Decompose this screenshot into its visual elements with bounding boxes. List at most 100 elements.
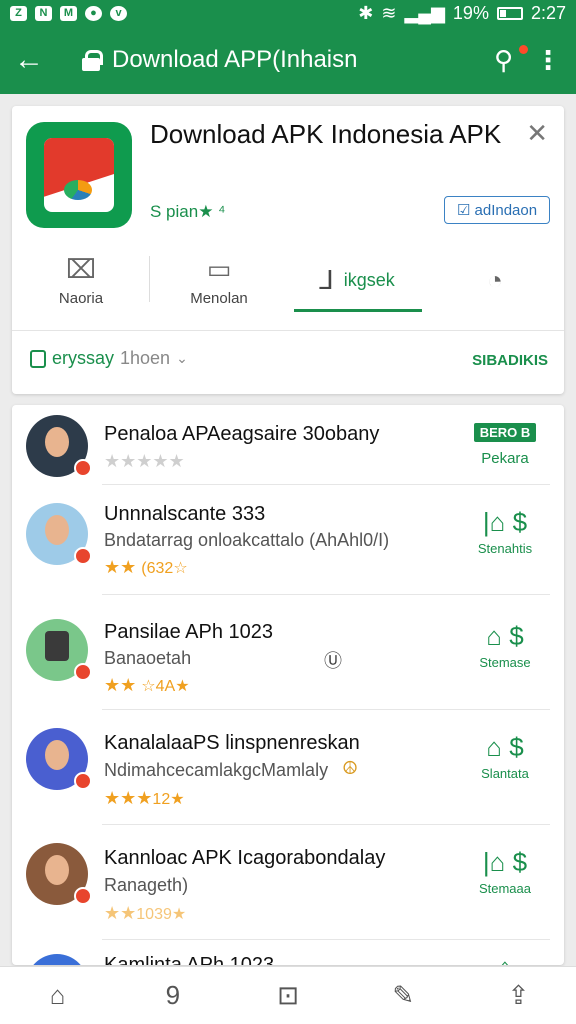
clock: 2:27 (530, 2, 566, 23)
item-title: Pansilae APh 1023 (104, 621, 274, 643)
notification-icon: N (35, 5, 52, 21)
sort-icon: ⅃ (319, 265, 334, 295)
list-item[interactable]: KanalalaaPS linspnenreskan Ndimahcecamla… (12, 710, 564, 825)
filter-label: eryssay (52, 348, 115, 368)
avatar (26, 619, 92, 681)
app-list: Penaloa APAeagsaire 30obany ★★★★★ BERO B… (12, 405, 564, 965)
status-left-icons: Z N M ● v (10, 5, 127, 21)
notification-icon: v (110, 5, 127, 21)
page-title: Download APP(Inhaisn (112, 46, 358, 73)
tab-ikgsek[interactable]: ⅃ ikgsek (288, 246, 426, 314)
list-item[interactable]: Penaloa APAeagsaire 30obany ★★★★★ BERO B… (12, 405, 564, 485)
filter-dropdown[interactable]: eryssay 1hoen ⌄ (30, 348, 188, 369)
box-icon[interactable]: ⊡ (230, 980, 345, 1011)
status-bar: Z N M ● v ✱ ≋ ▂▄▆ 19% 2:27 (0, 0, 576, 26)
bookmark-icon: ⌧ (66, 253, 96, 284)
peace-icon: ☮ (342, 758, 359, 778)
install-icon: |⌂ $ (482, 507, 528, 537)
sort-link[interactable]: SIBADIKIS (472, 352, 548, 369)
rating-stars: ★★ (632☆ (104, 557, 188, 577)
rating-stars: ★★★★★ (104, 451, 185, 471)
rating-value: (632☆ (141, 560, 188, 577)
app-icon (26, 122, 132, 228)
chat-icon[interactable]: ✎ (346, 980, 461, 1011)
item-action[interactable]: BERO B Pekara (460, 423, 550, 467)
rating-stars: ★★★12★ (104, 788, 185, 808)
face-icon: ◔ (487, 265, 503, 295)
rating-label: S pian (150, 202, 199, 221)
item-title: Kannloac APK Icagorabondalay (104, 847, 386, 869)
battery-icon (496, 6, 523, 20)
tab-label: ikgsek (343, 269, 395, 290)
more-vert-icon[interactable]: ⋮ (534, 45, 562, 76)
notification-icon: ● (85, 5, 102, 21)
action-label: Stemaaa (478, 881, 532, 896)
close-icon[interactable]: ✕ (526, 118, 548, 149)
action-label: Pekara (481, 450, 529, 467)
tab-label: Naoria (58, 289, 104, 307)
item-action[interactable]: ⌂ (460, 952, 550, 965)
item-title: Kamlinta APh 1023 (104, 954, 275, 965)
action-label: Stemase (479, 655, 531, 670)
tab-menolan[interactable]: ▭ Menolan (150, 246, 288, 314)
item-subtitle: NdimahcecamlakgcMamlaly (104, 760, 329, 780)
item-action[interactable]: |⌂ $ Stemaaa (460, 847, 550, 896)
install-icon: ⌂ $ (486, 621, 524, 651)
home-icon[interactable]: ⌂ (0, 980, 115, 1011)
rating-value: 1039★ (136, 906, 187, 923)
status-badge: BERO B (473, 423, 537, 442)
filter-sub: 1hoen (120, 348, 171, 368)
chevron-down-icon: ⌄ (176, 350, 188, 366)
notification-icon: M (60, 5, 77, 21)
notification-dot (519, 44, 528, 54)
install-icon: ⌂ $ (486, 732, 524, 762)
list-item[interactable]: Unnnalscante 333 Bndatarrag onloakcattal… (12, 485, 564, 595)
item-subtitle: Banaoetah (104, 648, 192, 668)
item-subtitle: Bndatarrag onloakcattalo (AhAhl0/I) (104, 530, 390, 550)
list-item[interactable]: Pansilae APh 1023 Banaoetah Ⓤ ★★ ☆4A★ ⌂ … (12, 595, 564, 710)
share-icon[interactable]: ⇪ (461, 980, 576, 1011)
list-item[interactable]: Kamlinta APh 1023 ⌂ (12, 940, 564, 965)
item-title: Unnnalscante 333 (104, 503, 266, 525)
bluetooth-icon: ✱ (358, 2, 374, 23)
tab-label: Menolan (190, 289, 248, 307)
app-name: Download APK Indonesia APK (150, 119, 502, 149)
tab-bar: ⌧ Naoria ▭ Menolan ⅃ ikgsek ◔ (12, 246, 564, 314)
item-action[interactable]: |⌂ $ Stenahtis (460, 507, 550, 556)
rating-stars: ★ ⁴ (198, 202, 226, 221)
arrow-left-icon[interactable]: ← (14, 43, 58, 77)
notification-icon: Z (10, 5, 27, 21)
item-subtitle: Ranageth) (104, 875, 189, 895)
folder-icon: ▭ (206, 253, 232, 284)
avatar (26, 415, 92, 477)
install-icon: |⌂ $ (482, 847, 528, 877)
lock-icon (82, 50, 103, 71)
signal-icon: ▂▄▆ (404, 2, 445, 23)
refresh-icon[interactable]: 9 (115, 980, 230, 1011)
divider (12, 330, 564, 331)
avatar (26, 843, 92, 905)
action-label: Slantata (481, 766, 529, 781)
search-icon[interactable]: ⚲ (494, 44, 534, 76)
tab-naoria[interactable]: ⌧ Naoria (12, 246, 150, 314)
install-icon: ⌂ (460, 952, 550, 965)
tab-face[interactable]: ◔ (426, 246, 564, 314)
avatar (26, 503, 92, 565)
rating-stars: ★★ ☆4A★ (104, 675, 190, 695)
rating-value: ☆4A★ (141, 678, 190, 695)
list-item[interactable]: Kannloac APK Icagorabondalay Ranageth) ★… (12, 825, 564, 940)
install-button[interactable]: ☑ adIndaon (444, 196, 550, 224)
app-rating: S pian★ ⁴ (150, 202, 225, 222)
bottom-nav: ⌂ 9 ⊡ ✎ ⇪ (0, 966, 576, 1024)
lock-icon (30, 349, 46, 368)
item-action[interactable]: ⌂ $ Slantata (460, 732, 550, 781)
item-title: Penaloa APAeagsaire 30obany (104, 423, 380, 445)
item-title: KanalalaaPS linspnenreskan (104, 732, 360, 754)
action-label: Stenahtis (477, 541, 533, 556)
wifi-icon: ≋ (381, 2, 397, 23)
item-action[interactable]: ⌂ $ Stemase (460, 621, 550, 670)
info-icon: Ⓤ (324, 651, 342, 671)
avatar (26, 954, 88, 965)
rating-stars: ★★1039★ (104, 903, 187, 923)
rating-value: 12★ (152, 791, 185, 808)
